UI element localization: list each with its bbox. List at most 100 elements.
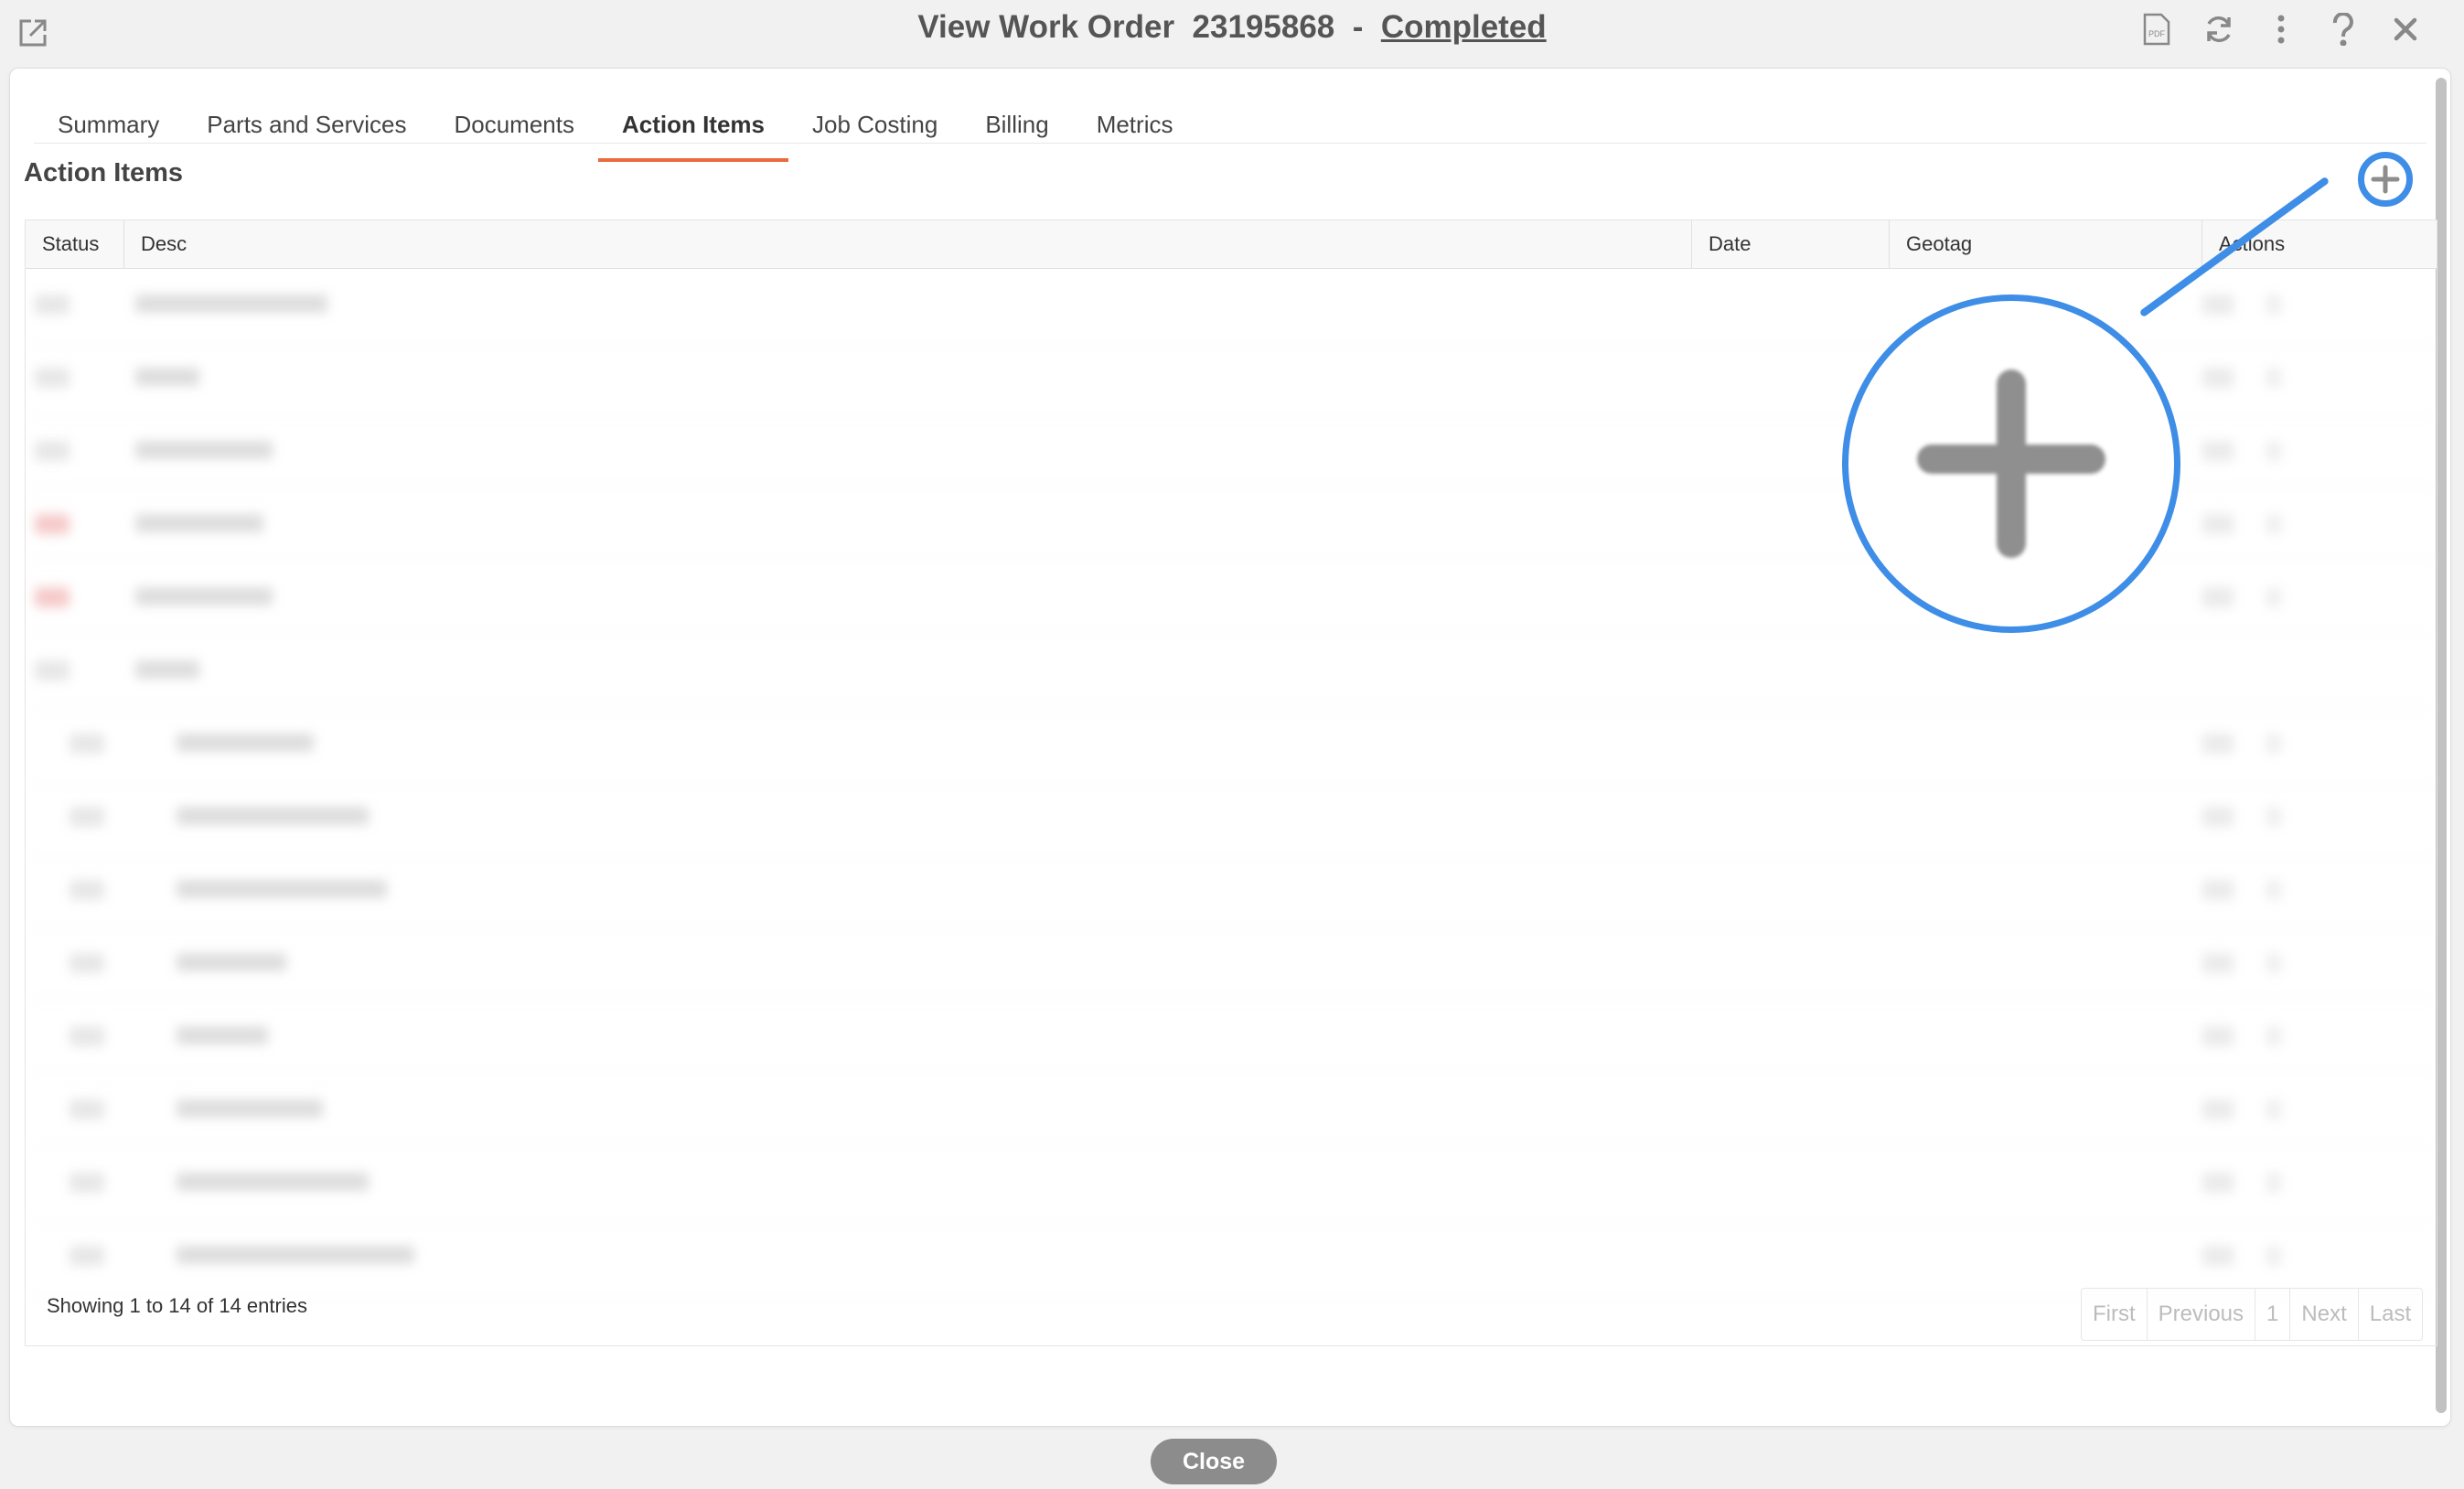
row-desc — [135, 441, 273, 459]
entries-info: Showing 1 to 14 of 14 entries — [47, 1294, 307, 1317]
row-desc — [135, 660, 199, 679]
row-action[interactable] — [2202, 1173, 2234, 1193]
row-desc — [135, 587, 273, 605]
window-title: View Work Order 23195868 - Completed — [0, 9, 2464, 46]
row-status — [70, 1099, 104, 1119]
row-action[interactable] — [2202, 1099, 2234, 1119]
row-action[interactable] — [2202, 734, 2234, 754]
row-action-secondary[interactable] — [2266, 953, 2281, 973]
row-desc — [177, 1026, 268, 1044]
row-action-secondary[interactable] — [2266, 734, 2281, 754]
work-order-number: 23195868 — [1192, 9, 1335, 45]
row-status — [70, 1173, 104, 1193]
help-icon[interactable] — [2312, 11, 2374, 48]
tab-divider — [34, 143, 2427, 144]
status-link[interactable]: Completed — [1381, 9, 1547, 45]
table-row[interactable] — [26, 635, 2437, 709]
row-action-secondary[interactable] — [2266, 441, 2281, 461]
tab-documents[interactable]: Documents — [430, 87, 598, 162]
column-header-geotag[interactable]: Geotag — [1890, 220, 2202, 268]
plus-icon-magnified — [1917, 370, 2105, 558]
row-desc — [177, 734, 314, 752]
refresh-icon[interactable] — [2188, 11, 2250, 48]
row-desc — [177, 880, 387, 898]
close-icon[interactable] — [2374, 11, 2437, 48]
table-row[interactable] — [26, 1147, 2437, 1221]
row-desc — [177, 807, 369, 825]
row-action-secondary[interactable] — [2266, 880, 2281, 900]
row-status — [35, 514, 70, 534]
pdf-icon-label: PDF — [2148, 29, 2166, 38]
row-action-secondary[interactable] — [2266, 1173, 2281, 1193]
row-action[interactable] — [2202, 368, 2234, 388]
row-action-secondary[interactable] — [2266, 807, 2281, 827]
row-action[interactable] — [2202, 953, 2234, 973]
window-toolbar: PDF — [2126, 11, 2437, 48]
row-status — [35, 587, 70, 607]
row-action-secondary[interactable] — [2266, 295, 2281, 315]
row-action[interactable] — [2202, 880, 2234, 900]
table-row[interactable] — [26, 854, 2437, 928]
table-row[interactable] — [26, 1001, 2437, 1075]
tab-summary[interactable]: Summary — [34, 87, 183, 162]
add-action-item-button[interactable] — [2358, 152, 2413, 207]
row-action-secondary[interactable] — [2266, 1026, 2281, 1046]
row-action-secondary[interactable] — [2266, 368, 2281, 388]
section-title: Action Items — [24, 158, 184, 187]
row-status — [35, 368, 70, 388]
row-desc — [177, 1173, 369, 1191]
row-action[interactable] — [2202, 441, 2234, 461]
table-row[interactable] — [26, 781, 2437, 855]
tab-metrics[interactable]: Metrics — [1073, 87, 1197, 162]
row-action-secondary[interactable] — [2266, 1099, 2281, 1119]
zoom-callout — [1842, 295, 2180, 633]
pager-previous[interactable]: Previous — [2148, 1289, 2256, 1340]
table-row[interactable] — [26, 1220, 2437, 1294]
title-separator: - — [1352, 9, 1364, 45]
pager-page-1[interactable]: 1 — [2255, 1289, 2291, 1340]
row-action-secondary[interactable] — [2266, 1246, 2281, 1266]
row-action-secondary[interactable] — [2266, 514, 2281, 534]
table-row[interactable] — [26, 927, 2437, 1002]
title-prefix: View Work Order — [917, 9, 1175, 45]
tab-bar: Summary Parts and Services Documents Act… — [34, 87, 1196, 162]
row-action[interactable] — [2202, 587, 2234, 607]
row-action[interactable] — [2202, 295, 2234, 315]
row-action[interactable] — [2202, 1026, 2234, 1046]
row-action[interactable] — [2202, 514, 2234, 534]
row-status — [70, 807, 104, 827]
table-row[interactable] — [26, 708, 2437, 782]
row-status — [35, 441, 70, 461]
row-desc — [177, 1099, 323, 1118]
pager-next[interactable]: Next — [2290, 1289, 2359, 1340]
row-status — [70, 953, 104, 973]
row-status — [70, 1246, 104, 1266]
pager-first[interactable]: First — [2082, 1289, 2148, 1340]
row-desc — [177, 1246, 414, 1264]
row-status — [35, 660, 70, 680]
tab-job-costing[interactable]: Job Costing — [788, 87, 961, 162]
row-status — [70, 734, 104, 754]
row-desc — [135, 295, 327, 313]
more-vertical-icon[interactable] — [2250, 11, 2312, 48]
column-header-date[interactable]: Date — [1692, 220, 1890, 268]
row-action[interactable] — [2202, 807, 2234, 827]
pdf-icon[interactable]: PDF — [2126, 11, 2188, 48]
tab-parts-and-services[interactable]: Parts and Services — [183, 87, 430, 162]
column-header-desc[interactable]: Desc — [124, 220, 1692, 268]
close-button[interactable]: Close — [1151, 1439, 1277, 1484]
column-header-status[interactable]: Status — [26, 220, 124, 268]
pager-last[interactable]: Last — [2359, 1289, 2422, 1340]
tab-billing[interactable]: Billing — [961, 87, 1072, 162]
row-status — [70, 880, 104, 900]
work-order-panel: Summary Parts and Services Documents Act… — [9, 68, 2451, 1427]
plus-icon — [2371, 165, 2400, 194]
table-row[interactable] — [26, 1074, 2437, 1148]
pagination: First Previous 1 Next Last — [2081, 1288, 2424, 1341]
row-status — [70, 1026, 104, 1046]
row-action-secondary[interactable] — [2266, 587, 2281, 607]
row-status — [35, 295, 70, 315]
row-action[interactable] — [2202, 1246, 2234, 1266]
tab-action-items[interactable]: Action Items — [597, 87, 789, 162]
table-header: Status Desc Date Geotag Actions — [26, 220, 2437, 269]
